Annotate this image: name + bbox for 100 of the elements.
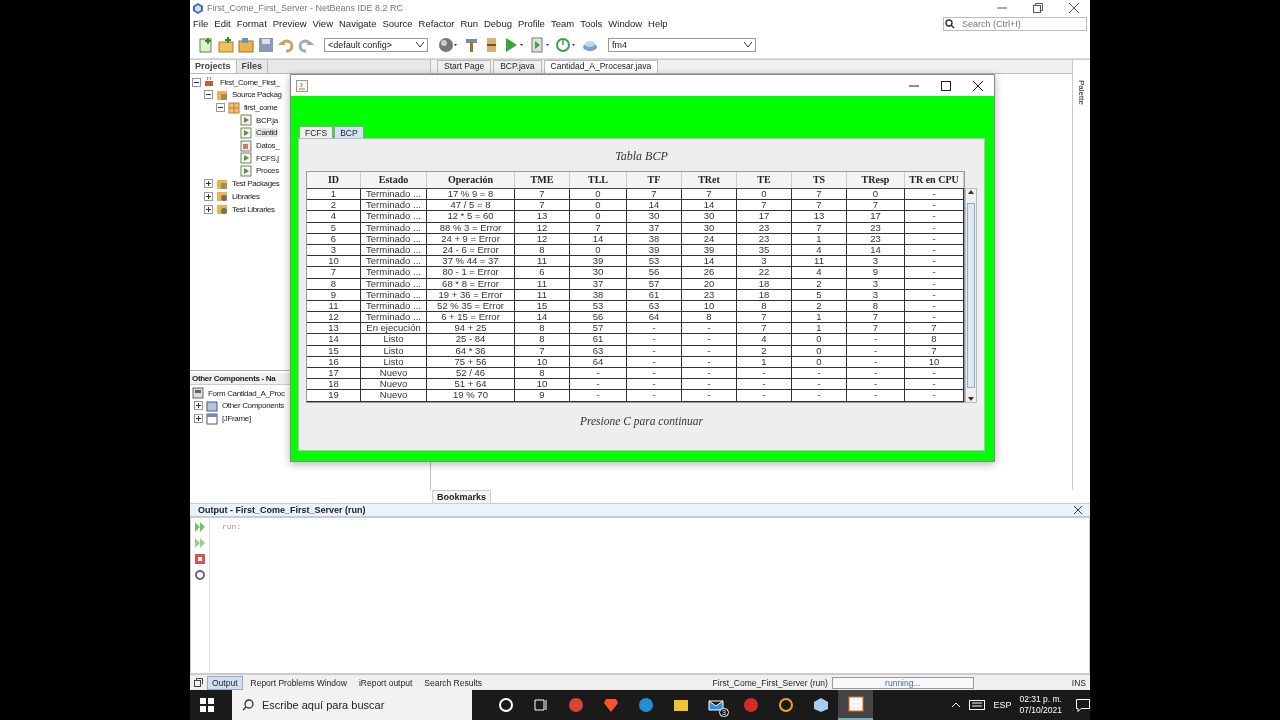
chevron-up-icon[interactable] (951, 702, 962, 708)
tree-item[interactable]: Test Libraries (231, 204, 276, 214)
tree-item[interactable]: Proces (255, 166, 280, 176)
table-cell: 88 % 3 = Error (427, 222, 515, 233)
tree-item[interactable]: [JFrame] (221, 414, 252, 424)
open-folder-icon[interactable] (238, 36, 254, 53)
palette-tab[interactable]: Palette (1077, 79, 1086, 116)
tree-item[interactable]: Test Packages (231, 179, 281, 189)
scrollbar[interactable] (965, 188, 977, 403)
taskbar-search-field[interactable]: Escribe aquí para buscar (232, 690, 472, 720)
tree-item[interactable]: First_Come_First_ (219, 77, 281, 87)
tab[interactable]: BCP (334, 126, 364, 138)
new-file-icon[interactable] (198, 36, 214, 53)
taskbar-app[interactable] (838, 690, 873, 720)
tree-item[interactable]: Form Cantidad_A_Proc (207, 388, 286, 398)
expander-icon[interactable] (204, 191, 213, 201)
scroll-up-icon[interactable] (967, 189, 975, 195)
expander-icon[interactable] (194, 414, 203, 424)
expander-icon[interactable] (216, 103, 225, 113)
editor-tab[interactable]: BCP.java (493, 59, 542, 73)
close-icon[interactable] (1074, 505, 1082, 514)
column-header[interactable]: TResp (847, 172, 905, 188)
expander-icon[interactable] (194, 401, 203, 411)
run-icon[interactable] (504, 36, 526, 53)
table-cell: 19 (307, 390, 361, 401)
language-indicator[interactable]: ESP (993, 700, 1012, 710)
search-field[interactable]: Search (Ctrl+I) (943, 16, 1087, 31)
menu-item[interactable]: Profile (517, 18, 545, 30)
tree-item[interactable]: Cantid (255, 128, 279, 138)
column-header[interactable]: TR en CPU (905, 172, 964, 188)
table-cell: 7 (307, 267, 361, 278)
clock-time[interactable]: 02:31 p. m. (1019, 694, 1062, 705)
notification-icon[interactable] (1076, 698, 1090, 712)
globe-icon[interactable] (438, 36, 460, 53)
menu-item[interactable]: View (312, 18, 333, 30)
tree-item[interactable]: Other Components (221, 401, 285, 411)
keyboard-icon[interactable] (969, 700, 986, 710)
column-header[interactable]: Operación (427, 172, 515, 188)
status-tab[interactable]: Search Results (420, 676, 486, 689)
status-tab[interactable]: Output (207, 675, 243, 690)
menu-item[interactable]: Source (382, 18, 413, 30)
menu-item[interactable]: Window (608, 18, 643, 30)
column-header[interactable]: TRet (682, 172, 737, 188)
menu-item[interactable]: Refactor (418, 18, 455, 30)
tree-item[interactable]: Source Packag (231, 90, 283, 100)
tree-item[interactable]: FCFS.j (255, 153, 280, 163)
menu-item[interactable]: Help (648, 18, 668, 30)
menu-item[interactable]: Debug (483, 18, 512, 30)
debug-icon[interactable] (530, 36, 552, 53)
editor-tab[interactable]: Cantidad_A_Procesar.java (543, 59, 659, 73)
tree-item[interactable]: Libraries (231, 191, 261, 201)
expander-icon[interactable] (204, 179, 213, 189)
column-header[interactable]: TLL (570, 172, 627, 188)
menu-item[interactable]: Tools (580, 18, 603, 30)
config-dropdown[interactable]: <default config> (324, 37, 428, 52)
clock-date[interactable]: 07/10/2021 (1019, 705, 1062, 716)
new-project-icon[interactable] (218, 36, 234, 53)
menu-item[interactable]: File (193, 18, 209, 30)
stop-icon[interactable] (194, 552, 206, 565)
table-cell: Terminado ... (361, 244, 427, 256)
status-tab[interactable]: Report Problems Window (246, 676, 351, 689)
column-header[interactable]: TS (792, 172, 847, 188)
status-tab[interactable]: iReport output (354, 676, 417, 689)
expander-icon[interactable] (204, 90, 213, 100)
table-cell: 8 (905, 334, 964, 345)
tree-item[interactable]: Datos_ (255, 141, 281, 151)
table-cell: 6 (307, 233, 361, 244)
column-header[interactable]: TME (515, 172, 570, 188)
table-cell: 7 (682, 189, 737, 200)
column-header[interactable]: TF (627, 172, 682, 188)
table-cell: 7 (905, 345, 964, 356)
table-cell: Terminado ... (361, 256, 427, 267)
menu-item[interactable]: Format (236, 18, 267, 30)
scroll-down-icon[interactable] (967, 396, 975, 402)
menu-item[interactable]: Run (460, 18, 478, 30)
column-header[interactable]: TE (737, 172, 792, 188)
menu-item[interactable]: Preview (272, 18, 307, 30)
expander-icon[interactable] (192, 77, 201, 87)
table-cell: 7 (515, 345, 570, 356)
menu-item[interactable]: Edit (214, 18, 231, 30)
panel-tab[interactable]: Projects (190, 59, 237, 73)
editor-tab[interactable]: Start Page (437, 59, 492, 73)
menu-item[interactable]: Navigate (339, 18, 377, 30)
expander-icon[interactable] (204, 204, 213, 214)
table-cell: - (905, 222, 964, 233)
instruction-text: Presione C para continuar (579, 415, 704, 427)
target-dropdown[interactable]: fm4 (608, 37, 756, 52)
panel-tab[interactable]: Files (236, 59, 269, 73)
profile-icon[interactable] (556, 36, 578, 53)
tab[interactable]: FCFS (299, 126, 334, 138)
hammer-icon[interactable] (464, 36, 480, 53)
tree-item[interactable]: BCP.ja (255, 115, 279, 125)
column-header[interactable]: ID (307, 172, 361, 188)
start-icon[interactable] (200, 698, 214, 712)
bookmarks-tab[interactable]: Bookmarks (432, 489, 492, 503)
save-icon[interactable] (258, 36, 274, 53)
menu-item[interactable]: Team (550, 18, 575, 30)
window-icon[interactable] (194, 678, 203, 688)
tree-item[interactable]: first_come (243, 103, 279, 113)
column-header[interactable]: Estado (361, 172, 427, 188)
